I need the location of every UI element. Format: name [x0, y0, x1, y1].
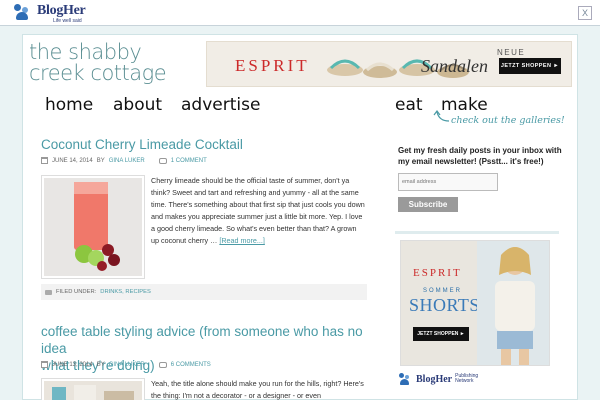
- close-icon[interactable]: X: [578, 6, 592, 20]
- folder-icon: [45, 289, 52, 295]
- post-date: JUNE 13, 2014: [52, 361, 93, 368]
- post-date: JUNE 14, 2014: [52, 157, 93, 164]
- post-title-2-line-1: coffee table styling advice (from someon…: [41, 324, 363, 356]
- nav-eat[interactable]: eat: [395, 95, 423, 115]
- blogher-topbar: BlogHer Life well said X: [0, 0, 600, 26]
- sidebar-divider: [395, 231, 559, 234]
- blogher-people-icon: [14, 4, 34, 21]
- ad-sandalen: Sandalen: [421, 56, 488, 76]
- cocktail-image: [44, 178, 142, 276]
- ad-neue: NEUE: [497, 48, 526, 57]
- post-meta-1: JUNE 14, 2014 BY GINA LUKER 1 COMMENT: [41, 157, 207, 164]
- blogher-publishing-network[interactable]: BlogHer Publishing Network: [399, 373, 478, 385]
- filed-under-bar: FILED UNDER: DRINKS, RECIPES: [41, 284, 367, 300]
- post-excerpt-2: Yeah, the title alone should make you ru…: [151, 379, 364, 400]
- post-categories[interactable]: DRINKS, RECIPES: [100, 284, 151, 300]
- subscribe-button[interactable]: Subscribe: [398, 197, 458, 212]
- calendar-icon: [41, 361, 48, 368]
- comment-icon: [158, 157, 167, 164]
- ad-shop-button[interactable]: JETZT SHOPPEN ►: [499, 58, 561, 74]
- blogher-people-icon: [399, 373, 413, 385]
- filed-label: FILED UNDER:: [56, 289, 97, 295]
- coffee-table-image: [44, 381, 142, 400]
- calendar-icon: [41, 157, 48, 164]
- blogher-tagline: Life well said: [53, 18, 82, 24]
- blogher-logo[interactable]: BlogHer Life well said: [14, 3, 86, 24]
- post-excerpt-1: Cherry limeade should be the official ta…: [151, 175, 365, 247]
- ad-brand: ESPRIT: [235, 56, 310, 75]
- curved-arrow-icon: [433, 110, 450, 122]
- logo-line-2: creek cottage: [29, 61, 167, 85]
- post-comments[interactable]: 6 COMMENTS: [171, 362, 211, 368]
- newsletter-text: Get my fresh daily posts in your inbox w…: [398, 146, 562, 166]
- post-author[interactable]: GINA LUKER: [109, 158, 145, 164]
- email-field[interactable]: [398, 173, 498, 191]
- post-thumbnail-1[interactable]: [41, 175, 145, 279]
- page-container: the shabby creek cottage ESPRIT NEUE San…: [22, 34, 578, 400]
- post-meta-2: JUNE 13, 2014 BY GINA LUKER 6 COMMENTS: [41, 361, 211, 368]
- post-title-1[interactable]: Coconut Cherry Limeade Cocktail: [41, 136, 243, 153]
- site-logo[interactable]: the shabby creek cottage: [29, 42, 179, 85]
- post-author[interactable]: GINA LUKER: [109, 362, 145, 368]
- post-by: BY: [96, 157, 105, 164]
- nav-about[interactable]: about: [113, 95, 162, 115]
- model-image: [477, 241, 549, 365]
- side-ad-shorts: SHORTS: [409, 295, 480, 315]
- post-by: BY: [96, 361, 105, 368]
- network-line-2: Network: [455, 378, 474, 384]
- excerpt-text: Cherry limeade should be the official ta…: [151, 176, 365, 245]
- esprit-banner-ad[interactable]: ESPRIT NEUE Sandalen JETZT SHOPPEN ►: [206, 41, 572, 87]
- newsletter-widget: Get my fresh daily posts in your inbox w…: [398, 145, 566, 167]
- nav-home[interactable]: home: [45, 95, 93, 115]
- side-ad-sommer: SOMMER: [423, 288, 462, 294]
- esprit-sidebar-ad[interactable]: ESPRIT SOMMER SHORTS JETZT SHOPPEN ►: [400, 240, 550, 366]
- network-brand: BlogHer: [416, 373, 453, 385]
- read-more-link[interactable]: [Read more...]: [219, 236, 265, 245]
- nav-advertise[interactable]: advertise: [181, 95, 260, 115]
- side-ad-shop-button[interactable]: JETZT SHOPPEN ►: [413, 327, 469, 341]
- post-comments[interactable]: 1 COMMENT: [171, 158, 207, 164]
- blogher-wordmark: BlogHer: [37, 3, 86, 18]
- side-ad-brand: ESPRIT: [413, 267, 462, 279]
- galleries-note[interactable]: check out the galleries!: [451, 115, 565, 126]
- post-thumbnail-2[interactable]: [41, 378, 145, 400]
- comment-icon: [158, 361, 167, 368]
